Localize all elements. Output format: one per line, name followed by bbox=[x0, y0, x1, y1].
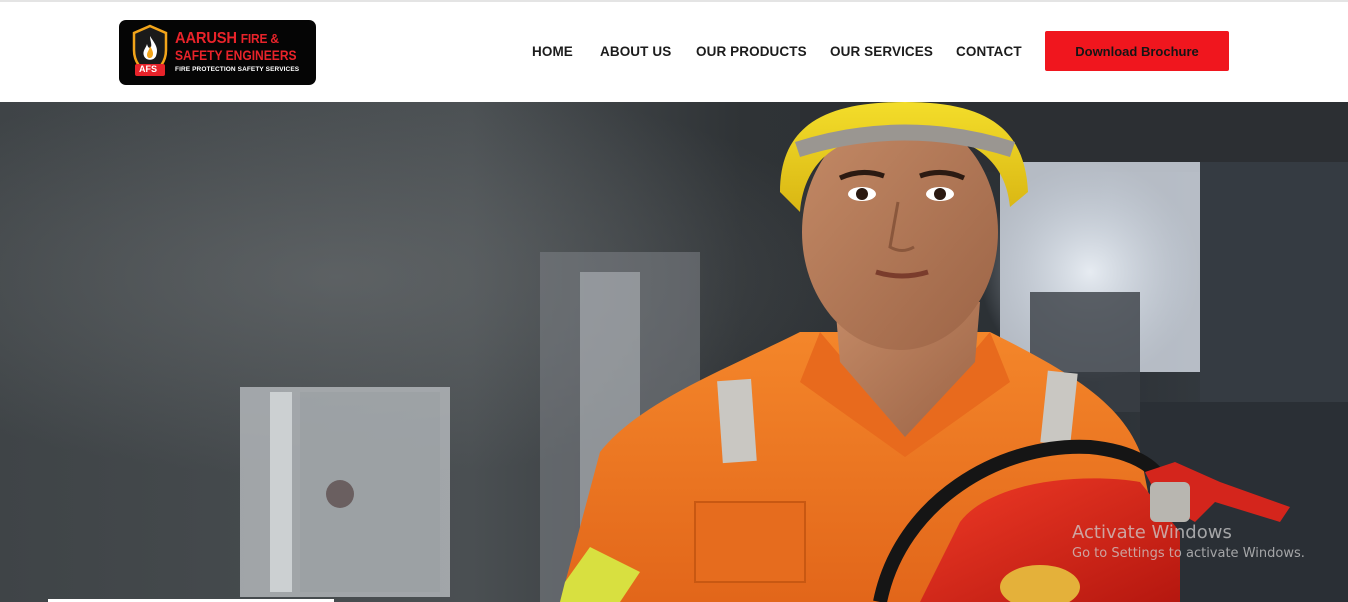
download-brochure-button[interactable]: Download Brochure bbox=[1045, 31, 1229, 71]
logo-title: AARUSH FIRE & bbox=[175, 30, 279, 48]
nav-our-products[interactable]: OUR PRODUCTS bbox=[696, 44, 807, 59]
nav-our-services[interactable]: OUR SERVICES bbox=[830, 44, 933, 59]
logo-tagline: FIRE PROTECTION SAFETY SERVICES bbox=[175, 66, 300, 73]
hero-image bbox=[0, 102, 1348, 602]
nav-contact[interactable]: CONTACT bbox=[956, 44, 1022, 59]
site-logo[interactable]: AFS AARUSH FIRE & SAFETY ENGINEERS FIRE … bbox=[119, 20, 316, 85]
site-header: AFS AARUSH FIRE & SAFETY ENGINEERS FIRE … bbox=[0, 2, 1348, 102]
nav-about-us[interactable]: ABOUT US bbox=[600, 44, 671, 59]
logo-badge-text: AFS bbox=[139, 64, 157, 74]
hero-banner bbox=[0, 102, 1348, 602]
logo-title-suffix: FIRE & bbox=[240, 31, 279, 46]
logo-subtitle: SAFETY ENGINEERS bbox=[175, 47, 297, 63]
nav-home[interactable]: HOME bbox=[532, 44, 573, 59]
logo-title-main: AARUSH bbox=[175, 30, 237, 47]
